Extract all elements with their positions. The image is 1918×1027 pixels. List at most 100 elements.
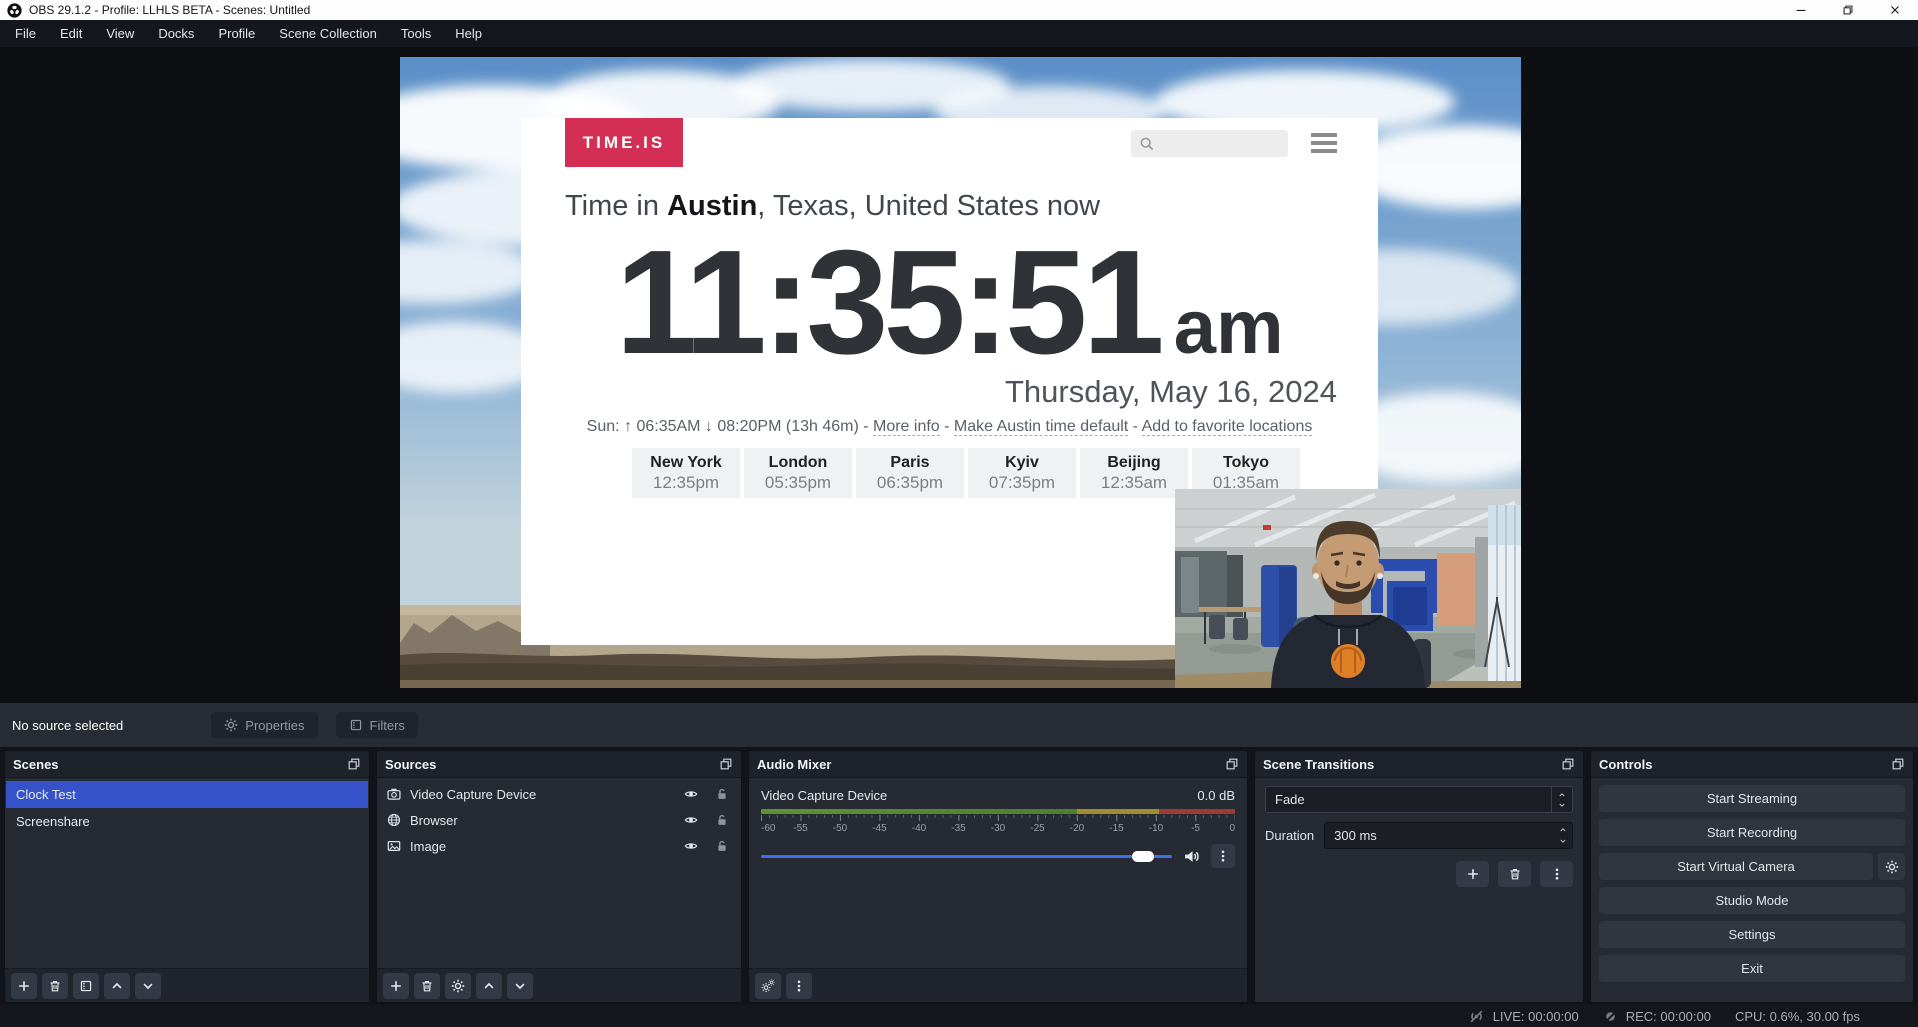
menu-item-profile[interactable]: Profile xyxy=(206,20,267,47)
maximize-button[interactable] xyxy=(1824,0,1871,20)
scene-item-screenshare[interactable]: Screenshare xyxy=(6,808,368,835)
remove-transition-button[interactable] xyxy=(1498,861,1531,887)
start-recording-button[interactable]: Start Recording xyxy=(1599,819,1905,846)
meter-tick-label: -45 xyxy=(872,823,886,834)
menu-item-help[interactable]: Help xyxy=(443,20,494,47)
filter-icon xyxy=(79,979,93,993)
sources-toolbar xyxy=(377,968,741,1002)
program-canvas[interactable]: TIME.IS Time in Austin, Texas, United St… xyxy=(400,57,1521,688)
visibility-eye-icon[interactable] xyxy=(684,787,698,801)
double-gear-icon xyxy=(761,979,775,993)
combo-arrows-icon[interactable] xyxy=(1551,787,1572,812)
city-card: Paris06:35pm xyxy=(856,448,964,498)
audio-mixer-panel: Audio Mixer Video Capture Device 0.0 dB … xyxy=(748,750,1248,1003)
minimize-button[interactable] xyxy=(1777,0,1824,20)
source-row-image[interactable]: Image xyxy=(377,833,741,859)
source-row-video-capture-device[interactable]: Video Capture Device xyxy=(377,781,741,807)
volume-meter xyxy=(761,809,1235,814)
source-row-browser[interactable]: Browser xyxy=(377,807,741,833)
meter-tick-label: -35 xyxy=(951,823,965,834)
scene-transitions-panel-header[interactable]: Scene Transitions xyxy=(1255,751,1583,778)
remove-scene-button[interactable] xyxy=(42,973,68,999)
virtual-camera-config-button[interactable] xyxy=(1878,853,1905,880)
audio-mixer-body: Video Capture Device 0.0 dB -60 -55 -50 … xyxy=(749,778,1247,968)
speaker-icon[interactable] xyxy=(1183,848,1200,865)
plus-icon xyxy=(17,979,31,993)
plus-icon xyxy=(1466,867,1480,881)
scene-filters-button[interactable] xyxy=(73,973,99,999)
move-source-up-button[interactable] xyxy=(476,973,502,999)
close-button[interactable] xyxy=(1871,0,1918,20)
plus-icon xyxy=(389,979,403,993)
lock-icon[interactable] xyxy=(715,839,729,853)
mixer-level-db: 0.0 dB xyxy=(1197,788,1235,803)
chevron-up-icon xyxy=(110,979,124,993)
lock-icon[interactable] xyxy=(715,787,729,801)
start-streaming-button[interactable]: Start Streaming xyxy=(1599,785,1905,812)
source-label: Image xyxy=(410,839,675,854)
meter-tick-label: -40 xyxy=(912,823,926,834)
start-virtual-camera-button[interactable]: Start Virtual Camera xyxy=(1599,853,1873,880)
volume-slider-handle[interactable] xyxy=(1132,851,1154,862)
mixer-channel-name: Video Capture Device xyxy=(761,788,887,803)
menu-item-docks[interactable]: Docks xyxy=(146,20,206,47)
studio-mode-button[interactable]: Studio Mode xyxy=(1599,887,1905,914)
transition-select[interactable]: Fade xyxy=(1265,786,1573,813)
exit-button[interactable]: Exit xyxy=(1599,955,1905,982)
popout-icon xyxy=(1891,757,1905,771)
transition-properties-button[interactable] xyxy=(1540,861,1573,887)
selection-toolbar: No source selected Properties Filters xyxy=(0,703,1918,747)
menu-item-tools[interactable]: Tools xyxy=(389,20,443,47)
scene-transitions-panel: Scene Transitions Fade Duration 300 ms xyxy=(1254,750,1584,1003)
visibility-eye-icon[interactable] xyxy=(684,813,698,827)
scene-item-clock-test[interactable]: Clock Test xyxy=(6,781,368,808)
gear-icon xyxy=(224,718,238,732)
sources-panel-header[interactable]: Sources xyxy=(377,751,741,778)
duration-value: 300 ms xyxy=(1334,828,1377,843)
audio-mixer-panel-header[interactable]: Audio Mixer xyxy=(749,751,1247,778)
meter-tick-label: -50 xyxy=(833,823,847,834)
volume-slider[interactable] xyxy=(761,851,1172,862)
menu-item-view[interactable]: View xyxy=(94,20,146,47)
menu-item-file[interactable]: File xyxy=(3,20,48,47)
gear-icon xyxy=(1885,860,1899,874)
sources-panel: Sources Video Capture Device Browser Ima… xyxy=(376,750,742,1003)
sun-times: Sun: ↑ 06:35AM ↓ 08:20PM (13h 46m) - xyxy=(587,418,873,435)
meter-tick-label: -30 xyxy=(991,823,1005,834)
settings-button[interactable]: Settings xyxy=(1599,921,1905,948)
link-more-info: More info xyxy=(873,418,940,436)
add-source-button[interactable] xyxy=(383,973,409,999)
remove-source-button[interactable] xyxy=(414,973,440,999)
move-source-down-button[interactable] xyxy=(507,973,533,999)
city-card: New York12:35pm xyxy=(632,448,740,498)
menu-item-scene-collection[interactable]: Scene Collection xyxy=(267,20,389,47)
mixer-options-button[interactable] xyxy=(1211,844,1235,868)
duration-spinbox[interactable]: 300 ms xyxy=(1324,822,1573,849)
statusbar: LIVE: 00:00:00 REC: 00:00:00 CPU: 0.6%, … xyxy=(0,1005,1918,1027)
current-date: Thursday, May 16, 2024 xyxy=(1005,374,1337,410)
mixer-menu-button[interactable] xyxy=(786,973,812,999)
spin-arrows-icon[interactable] xyxy=(1559,823,1567,848)
add-transition-button[interactable] xyxy=(1456,861,1489,887)
advanced-audio-properties-button[interactable] xyxy=(755,973,781,999)
lock-icon[interactable] xyxy=(715,813,729,827)
move-scene-up-button[interactable] xyxy=(104,973,130,999)
visibility-eye-icon[interactable] xyxy=(684,839,698,853)
meter-tick-label: -25 xyxy=(1030,823,1044,834)
add-scene-button[interactable] xyxy=(11,973,37,999)
link-add-favorite: Add to favorite locations xyxy=(1142,418,1313,436)
menu-item-edit[interactable]: Edit xyxy=(48,20,94,47)
chevron-down-icon xyxy=(513,979,527,993)
maximize-icon xyxy=(1841,3,1855,17)
move-scene-down-button[interactable] xyxy=(135,973,161,999)
properties-button[interactable]: Properties xyxy=(211,712,317,738)
controls-panel-header[interactable]: Controls xyxy=(1591,751,1913,778)
scenes-list: Clock Test Screenshare xyxy=(5,778,369,968)
filter-icon xyxy=(349,718,363,732)
scenes-panel-header[interactable]: Scenes xyxy=(5,751,369,778)
controls-panel: Controls Start Streaming Start Recording… xyxy=(1590,750,1914,1003)
filters-button[interactable]: Filters xyxy=(336,712,418,738)
source-properties-button[interactable] xyxy=(445,973,471,999)
duration-label: Duration xyxy=(1265,828,1314,843)
meter-tick-label: -55 xyxy=(793,823,807,834)
